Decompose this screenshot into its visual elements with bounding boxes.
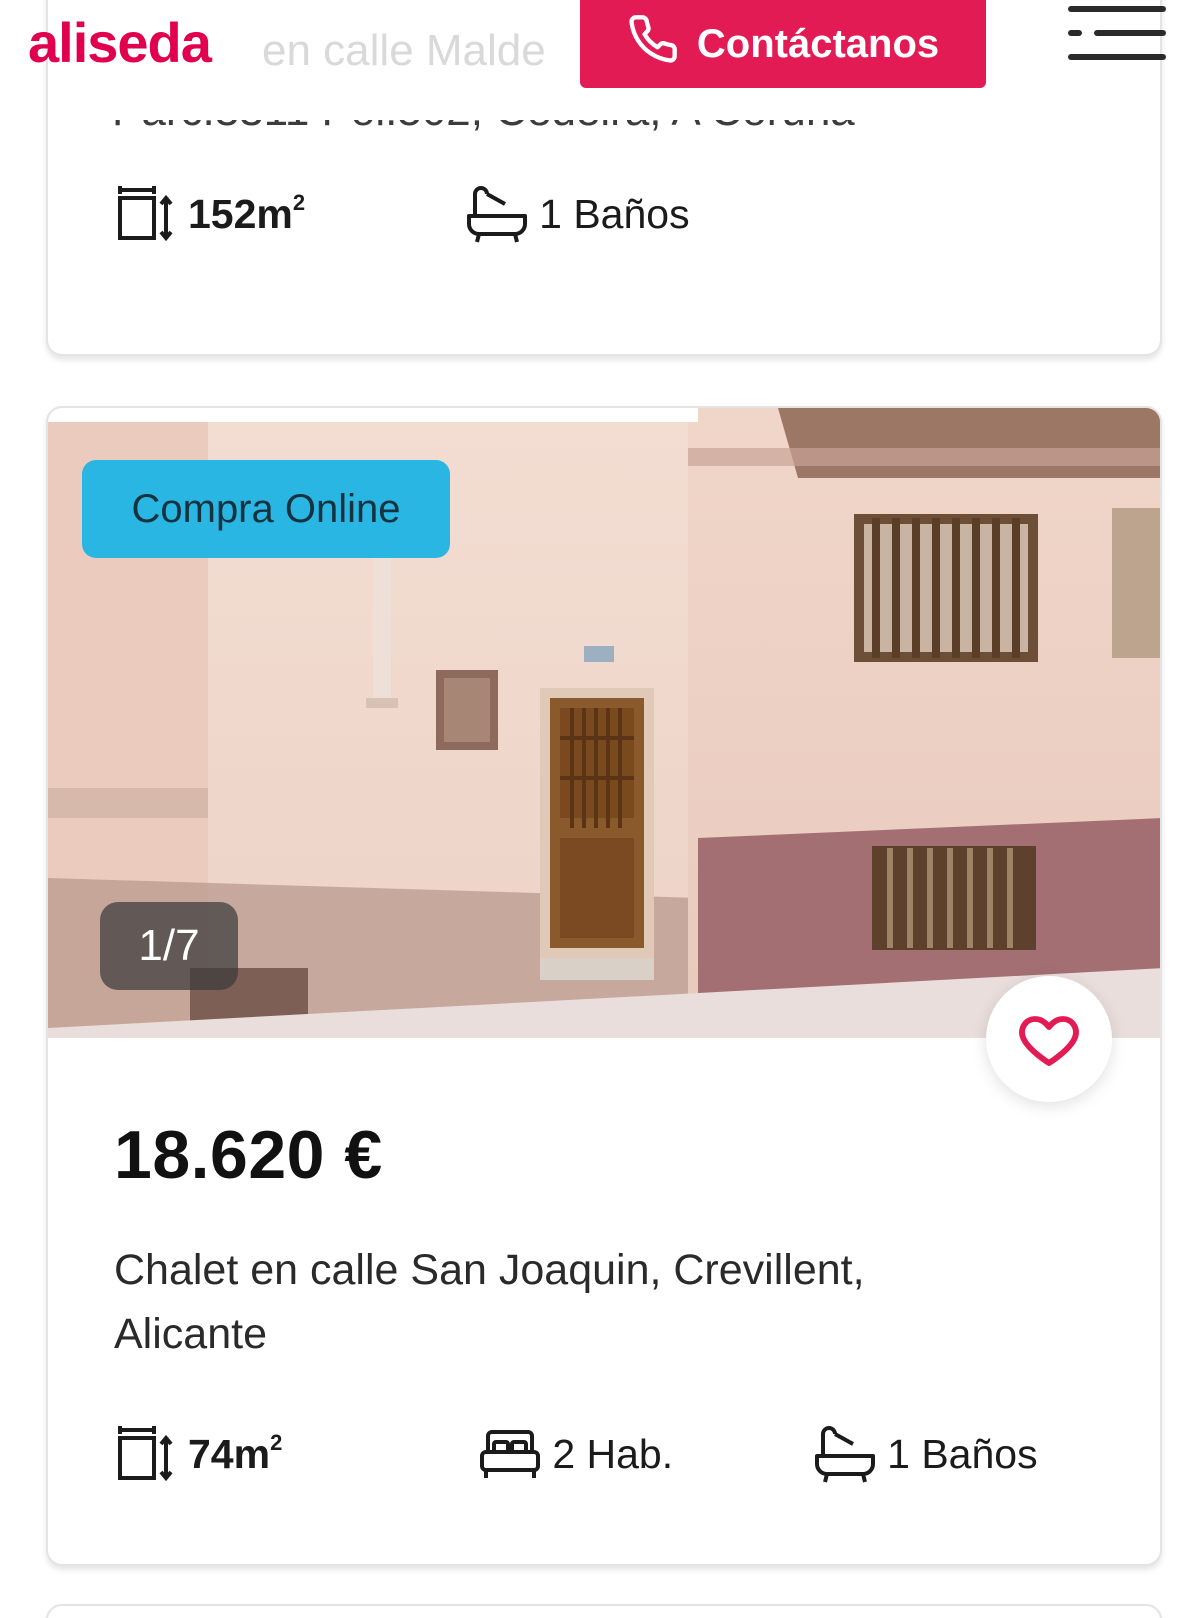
area-icon bbox=[118, 1426, 173, 1482]
online-purchase-badge: Compra Online bbox=[82, 460, 450, 558]
bathtub-icon bbox=[467, 186, 528, 243]
bathtub-icon bbox=[815, 1426, 876, 1483]
features-row: 74m2 2 Hab. 1 Baños bbox=[114, 1422, 1114, 1486]
listings-page: aliseda Contáctanos 152m2 1 Baños en cal… bbox=[0, 0, 1200, 1618]
baths-value: 1 Baños bbox=[539, 190, 690, 237]
feature-baths: 1 Baños bbox=[465, 182, 690, 246]
rooms-value: 2 Hab. bbox=[552, 1430, 674, 1477]
listing-price: 18.620 € bbox=[114, 1117, 383, 1193]
area-icon bbox=[118, 186, 173, 242]
bed-icon bbox=[480, 1430, 541, 1478]
area-unit: 2 bbox=[270, 1430, 283, 1455]
aliseda-logo[interactable]: aliseda bbox=[28, 8, 212, 78]
feature-baths: 1 Baños bbox=[813, 1422, 1038, 1486]
feature-rooms: 2 Hab. bbox=[478, 1422, 673, 1486]
listing-photo[interactable]: Compra Online 1/7 bbox=[48, 408, 1160, 1038]
area-unit: 2 bbox=[292, 190, 306, 215]
feature-area: 152m2 bbox=[114, 182, 305, 246]
listing-card[interactable]: Compra Online 1/7 18.620 € Chalet en cal… bbox=[46, 406, 1162, 1566]
area-value: 74m bbox=[188, 1431, 271, 1477]
menu-button[interactable] bbox=[1068, 0, 1176, 66]
previous-title-fragment: en calle Malde bbox=[262, 26, 546, 75]
contact-button[interactable]: Contáctanos bbox=[580, 0, 986, 88]
listing-card-next[interactable] bbox=[46, 1604, 1162, 1618]
baths-value: 1 Baños bbox=[887, 1430, 1038, 1477]
features-row: 152m2 1 Baños bbox=[114, 182, 690, 246]
favorite-button[interactable] bbox=[986, 976, 1112, 1102]
feature-area: 74m2 bbox=[114, 1422, 282, 1486]
photo-counter: 1/7 bbox=[100, 902, 238, 990]
menu-icon bbox=[1068, 6, 1166, 60]
phone-icon bbox=[627, 13, 679, 75]
heart-icon bbox=[1019, 1016, 1079, 1066]
listing-address[interactable]: Chalet en calle San Joaquin, Crevillent,… bbox=[114, 1238, 994, 1366]
area-value: 152m bbox=[188, 191, 293, 237]
contact-button-label: Contáctanos bbox=[696, 21, 940, 66]
